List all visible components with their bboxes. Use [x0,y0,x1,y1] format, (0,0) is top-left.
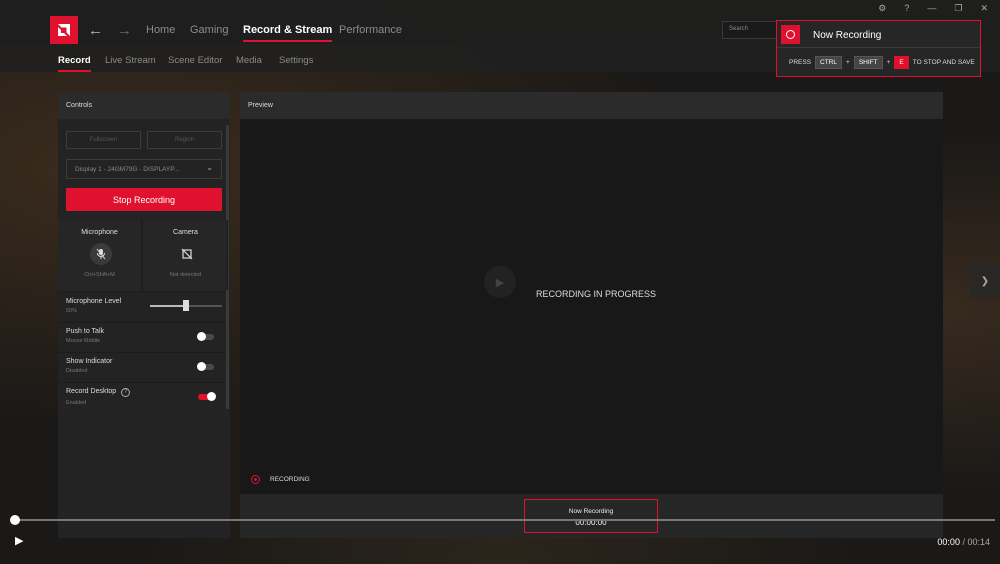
key-shift: SHIFT [853,56,883,69]
bug-report-icon[interactable]: ⚙ [878,3,886,14]
microphone-muted-icon[interactable] [90,243,112,265]
toast-hotkey-hint: PRESS CTRL + SHIFT + E TO STOP AND SAVE [789,56,975,69]
toggle-knob [197,332,206,341]
controls-title: Controls [58,92,230,119]
push-to-talk-label: Push to Talk [66,328,105,335]
record-desktop-row: Record Desktop? Enabled [58,382,226,412]
time-display: 00:00 / 00:14 [937,537,990,547]
toast-title: Now Recording [813,30,882,41]
microphone-level-row: Microphone Level 50% [58,292,226,322]
search-input[interactable]: Search [722,21,778,39]
toast-suffix-text: TO STOP AND SAVE [912,59,975,66]
stop-recording-button[interactable]: Stop Recording [66,188,222,211]
recording-indicator: RECORDING [251,475,310,484]
preview-panel: Preview ▶ RECORDING IN PROGRESS RECORDIN… [240,92,943,538]
seek-bar[interactable] [10,515,995,525]
camera-label: Camera [173,229,198,236]
toast-plus-1: + [846,59,850,66]
toggle-knob [197,362,206,371]
amd-logo[interactable] [50,16,78,44]
toggle-knob [207,392,216,401]
restore-icon[interactable]: ❐ [954,3,962,14]
record-dot-icon [251,475,260,484]
recording-indicator-label: RECORDING [270,476,310,483]
key-e: E [894,56,909,69]
push-to-talk-hotkey: Mouse Middle [66,338,101,344]
microphone-level-slider[interactable] [150,300,222,311]
record-desktop-toggle[interactable] [198,392,216,401]
chevron-down-icon: ⌄ [206,163,213,172]
forward-arrow-icon[interactable]: → [117,22,132,39]
controls-panel: Controls Fullscreen Region Display 1 - 2… [58,92,230,538]
fullscreen-button[interactable]: Fullscreen [66,131,141,149]
help-circle-icon[interactable]: ? [121,388,131,397]
subtab-scene-editor[interactable]: Scene Editor [168,55,222,66]
recording-timer-box: Now Recording 00:00:00 [524,499,658,533]
recording-message: RECORDING IN PROGRESS [536,289,657,299]
record-desktop-label-wrap: Record Desktop? [66,388,131,397]
tab-home[interactable]: Home [146,24,175,36]
slider-fill [150,305,186,307]
tab-gaming[interactable]: Gaming [190,24,229,36]
slider-thumb[interactable] [183,300,189,311]
show-indicator-status: Disabled [66,368,88,374]
preview-footer: Now Recording 00:00:00 [240,494,943,538]
show-indicator-row: Show Indicator Disabled [58,352,226,382]
push-to-talk-row: Push to Talk Mouse Middle [58,322,226,352]
display-select-value: Display 1 - 24GM79G - DISPLAYP... [75,166,180,173]
help-icon[interactable]: ? [904,3,909,14]
subtab-live-stream[interactable]: Live Stream [105,55,156,66]
app-window: ← → Home Gaming Record & Stream Performa… [0,0,1000,564]
minimize-icon[interactable]: — [927,3,936,14]
show-indicator-label: Show Indicator [66,358,113,365]
push-to-talk-toggle[interactable] [197,332,214,341]
back-arrow-icon[interactable]: ← [88,22,103,39]
microphone-hotkey: Ctrl+Shift+M [84,272,115,278]
display-select[interactable]: Display 1 - 24GM79G - DISPLAYP... ⌄ [66,159,222,179]
subtab-record[interactable]: Record [58,55,91,72]
tab-performance[interactable]: Performance [339,24,402,36]
toast-plus-2: + [886,59,891,66]
subtab-settings[interactable]: Settings [279,55,313,66]
close-icon[interactable]: ✕ [980,3,988,14]
camera-off-icon [176,243,198,265]
total-duration: 00:14 [967,537,990,547]
toast-header: Now Recording [777,21,980,48]
subtab-media[interactable]: Media [236,55,262,66]
amd-logo-icon [58,24,70,36]
record-desktop-status: Enabled [66,400,87,406]
microphone-tile[interactable]: Microphone Ctrl+Shift+M [58,220,142,290]
camera-status: Not detected [169,272,202,278]
now-recording-toast: Now Recording PRESS CTRL + SHIFT + E TO … [776,20,981,77]
camera-tile[interactable]: Camera Not detected [144,220,228,290]
preview-title: Preview [240,92,943,119]
chevron-right-icon[interactable]: ❯ [970,264,1000,298]
window-controls: ⚙ ? — ❐ ✕ [878,3,988,14]
record-desktop-label: Record Desktop [66,388,117,395]
key-ctrl: CTRL [815,56,843,69]
microphone-level-label: Microphone Level [66,298,122,305]
microphone-label: Microphone [81,229,118,236]
play-icon: ▶ [484,266,516,298]
microphone-level-value: 50% [66,308,78,314]
record-icon [781,25,800,44]
play-button-icon[interactable]: ▶ [15,534,23,547]
current-time: 00:00 [937,537,960,547]
toast-press-text: PRESS [789,59,812,66]
show-indicator-toggle[interactable] [197,362,214,371]
tab-record-stream[interactable]: Record & Stream [243,24,333,42]
region-button[interactable]: Region [147,131,222,149]
seek-thumb[interactable] [10,515,20,525]
now-recording-label: Now Recording [568,508,614,515]
